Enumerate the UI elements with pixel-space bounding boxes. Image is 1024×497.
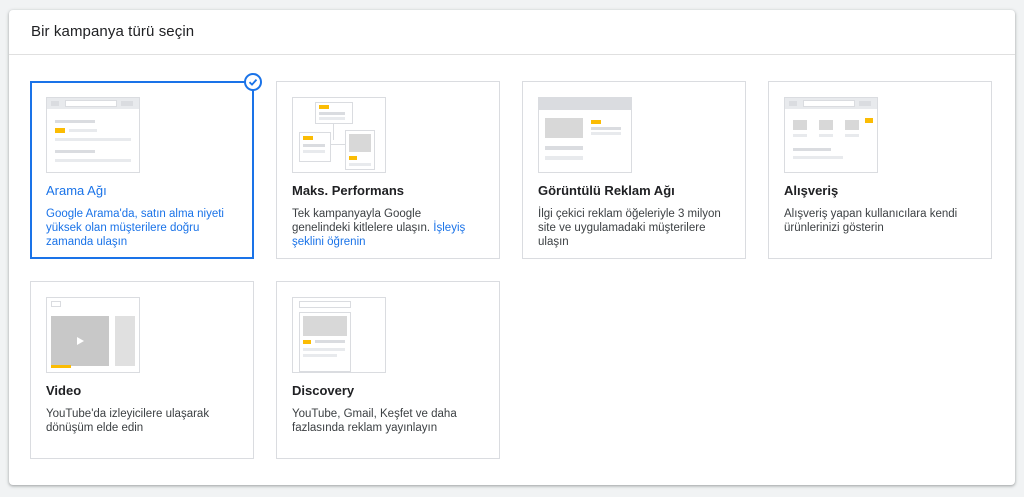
play-icon xyxy=(77,337,84,345)
card-description: YouTube'da izleyicilere ulaşarak dönüşüm… xyxy=(46,408,210,434)
card-description: İlgi çekici reklam öğeleriyle 3 milyon s… xyxy=(538,208,721,248)
performance-max-illustration xyxy=(292,97,386,173)
campaign-card-discovery[interactable]: Discovery YouTube, Gmail, Keşfet ve daha… xyxy=(276,281,500,459)
campaign-card-search[interactable]: Arama Ağı Google Arama'da, satın alma ni… xyxy=(30,73,262,259)
card-title: Video xyxy=(46,383,82,398)
search-illustration xyxy=(46,97,140,173)
shopping-illustration xyxy=(784,97,878,173)
card-description-text: Tek kampanyayla Google genelindeki kitle… xyxy=(292,208,431,234)
card-description: Tek kampanyayla Google genelindeki kitle… xyxy=(292,207,482,249)
card-title: Maks. Performans xyxy=(292,183,404,198)
campaign-type-panel: Bir kampanya türü seçin Arama Ağı Google… xyxy=(9,10,1015,485)
card-description: Alışveriş yapan kullanıcılara kendi ürün… xyxy=(784,208,958,234)
card-title: Görüntülü Reklam Ağı xyxy=(538,183,675,198)
card-description: Google Arama'da, satın alma niyeti yükse… xyxy=(46,208,224,248)
campaign-card-shopping[interactable]: Alışveriş Alışveriş yapan kullanıcılara … xyxy=(768,81,992,259)
card-title: Discovery xyxy=(292,383,355,398)
discovery-illustration xyxy=(292,297,386,373)
panel-header: Bir kampanya türü seçin xyxy=(9,10,1015,55)
display-illustration xyxy=(538,97,632,173)
card-description: YouTube, Gmail, Keşfet ve daha fazlasınd… xyxy=(292,408,457,434)
check-circle-icon xyxy=(244,73,262,91)
campaign-card-display[interactable]: Görüntülü Reklam Ağı İlgi çekici reklam … xyxy=(522,81,746,259)
card-title: Arama Ağı xyxy=(46,183,107,198)
video-illustration xyxy=(46,297,140,373)
campaign-card-performance-max[interactable]: Maks. Performans Tek kampanyayla Google … xyxy=(276,81,500,259)
card-title: Alışveriş xyxy=(784,183,839,198)
campaign-card-video[interactable]: Video YouTube'da izleyicilere ulaşarak d… xyxy=(30,281,254,459)
page-title: Bir kampanya türü seçin xyxy=(31,23,195,40)
